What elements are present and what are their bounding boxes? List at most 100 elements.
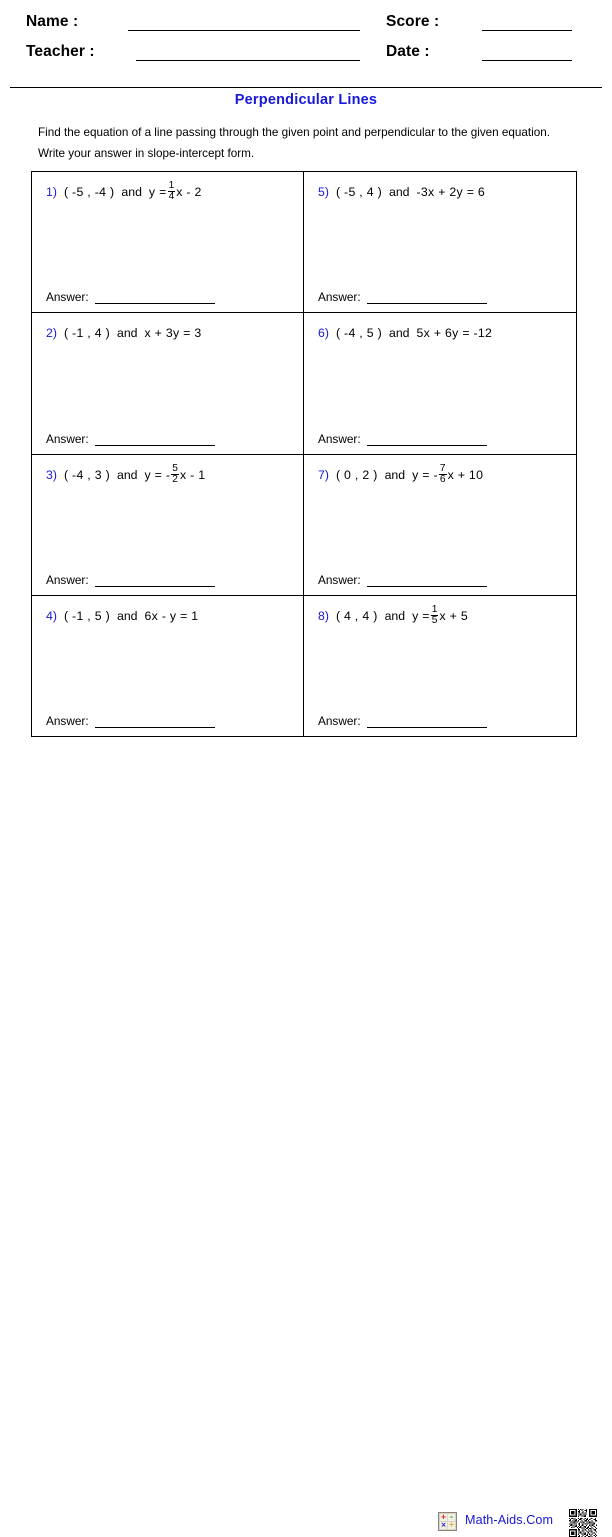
- answer-label: Answer:: [318, 714, 361, 728]
- instructions-line-1: Find the equation of a line passing thro…: [38, 126, 551, 139]
- score-input-line[interactable]: [482, 30, 572, 31]
- answer-input-line[interactable]: [94, 292, 215, 305]
- calculator-minus-key: –: [448, 1513, 455, 1521]
- problem-point: ( -1 , 4 ): [63, 326, 110, 341]
- answer-label: Answer:: [46, 714, 89, 728]
- problem-statement: 5) ( -5 , 4 ) and -3x + 2y = 6: [304, 181, 576, 203]
- problem-number: 4): [46, 608, 57, 623]
- problem-number: 3): [46, 467, 57, 482]
- problem-cell: 6) ( -4 , 5 ) and 5x + 6y = -12 Answer:: [304, 313, 576, 453]
- calculator-divide-key: ÷: [448, 1521, 455, 1529]
- answer-input-line[interactable]: [366, 434, 487, 446]
- header-divider: [10, 87, 602, 88]
- problem-point: ( 4 , 4 ): [335, 608, 378, 623]
- problem-connector: and: [116, 326, 138, 341]
- score-label: Score :: [386, 13, 440, 30]
- answer-area: Answer:: [318, 573, 487, 587]
- answer-label: Answer:: [46, 290, 89, 305]
- problem-number: 8): [318, 608, 329, 623]
- problem-cell: 4) ( -1 , 5 ) and 6x - y = 1 Answer:: [32, 595, 304, 736]
- problem-cell: 1) ( -5 , -4 ) and y = 1 4 x - 2 Answer:: [32, 172, 304, 313]
- answer-label: Answer:: [318, 431, 361, 446]
- answer-input-line[interactable]: [94, 434, 215, 446]
- problem-cell: 3) ( -4 , 3 ) and y = - 5 2 x - 1 Answer…: [32, 454, 304, 595]
- problem-fraction: 5 2: [171, 462, 179, 485]
- teacher-input-line[interactable]: [136, 60, 360, 61]
- problem-equation-suffix: x - 1: [179, 467, 206, 482]
- problem-equation-suffix: x + 5: [439, 608, 468, 623]
- problem-row: 3) ( -4 , 3 ) and y = - 5 2 x - 1 Answer…: [32, 454, 576, 596]
- qr-code-icon: [569, 1509, 597, 1537]
- answer-input-line[interactable]: [94, 575, 215, 587]
- problem-equation-prefix: y =: [148, 185, 167, 199]
- calculator-plus-key: +: [440, 1513, 447, 1521]
- problem-number: 7): [318, 467, 329, 482]
- problem-statement: 3) ( -4 , 3 ) and y = - 5 2 x - 1: [32, 462, 303, 486]
- problem-equation-prefix: x + 3y = 3: [144, 326, 202, 341]
- problem-fraction: 1 5: [430, 604, 439, 626]
- problem-fraction: 1 4: [167, 180, 176, 202]
- problem-row: 4) ( -1 , 5 ) and 6x - y = 1 Answer: 8) …: [32, 595, 576, 736]
- problem-statement: 2) ( -1 , 4 ) and x + 3y = 3: [32, 322, 303, 344]
- problem-connector: and: [116, 467, 138, 482]
- problem-equation-prefix: y = -: [412, 467, 438, 482]
- answer-area: Answer:: [46, 290, 215, 305]
- fraction-denominator: 6: [438, 473, 447, 485]
- problem-connector: and: [121, 185, 142, 199]
- calculator-times-key: ×: [440, 1521, 447, 1529]
- problem-row: 1) ( -5 , -4 ) and y = 1 4 x - 2 Answer:…: [32, 172, 576, 314]
- problem-connector: and: [116, 608, 138, 623]
- problem-statement: 6) ( -4 , 5 ) and 5x + 6y = -12: [304, 322, 576, 344]
- problem-point: ( -4 , 3 ): [63, 467, 110, 482]
- answer-area: Answer:: [318, 432, 487, 446]
- answer-area: Answer:: [46, 573, 215, 587]
- answer-label: Answer:: [46, 572, 89, 587]
- fraction-denominator: 5: [430, 614, 439, 626]
- name-input-line[interactable]: [128, 30, 360, 31]
- problem-connector: and: [384, 467, 406, 482]
- problem-connector: and: [388, 185, 410, 199]
- problem-number: 5): [318, 185, 329, 199]
- teacher-label: Teacher :: [26, 43, 95, 60]
- worksheet-footer: + – × ÷ Math-Aids.Com: [0, 752, 612, 1537]
- worksheet-header: Name : Score : Teacher : Date :: [0, 0, 612, 80]
- date-input-line[interactable]: [482, 60, 572, 61]
- answer-input-line[interactable]: [94, 716, 215, 728]
- problem-equation-suffix: x - 2: [176, 185, 202, 199]
- problem-equation-prefix: -3x + 2y = 6: [416, 185, 486, 199]
- problem-cell: 2) ( -1 , 4 ) and x + 3y = 3 Answer:: [32, 313, 304, 454]
- header-row-name-score: Name : Score :: [0, 8, 612, 36]
- fraction-numerator: 5: [172, 462, 178, 474]
- problem-equation-prefix: 5x + 6y = -12: [416, 326, 493, 341]
- name-label: Name :: [26, 13, 79, 30]
- brand-link[interactable]: Math-Aids.Com: [465, 1513, 553, 1527]
- problem-number: 6): [318, 326, 329, 341]
- problem-number: 2): [46, 326, 57, 341]
- answer-input-line[interactable]: [366, 716, 487, 728]
- problem-grid: 1) ( -5 , -4 ) and y = 1 4 x - 2 Answer:…: [31, 171, 577, 737]
- problem-connector: and: [388, 326, 410, 341]
- page-title: Perpendicular Lines: [234, 92, 378, 108]
- problem-point: ( -5 , 4 ): [335, 185, 382, 199]
- problem-cell: 8) ( 4 , 4 ) and y = 1 5 x + 5 Answer:: [304, 596, 576, 736]
- problem-point: ( -1 , 5 ): [63, 608, 110, 623]
- answer-label: Answer:: [318, 290, 361, 305]
- answer-input-line[interactable]: [366, 292, 487, 305]
- answer-label: Answer:: [318, 572, 361, 587]
- problem-statement: 1) ( -5 , -4 ) and y = 1 4 x - 2: [32, 180, 303, 203]
- fraction-denominator: 4: [167, 191, 176, 202]
- answer-area: Answer:: [318, 290, 487, 305]
- header-row-teacher-date: Teacher : Date :: [0, 38, 612, 66]
- problem-connector: and: [384, 608, 406, 623]
- answer-input-line[interactable]: [366, 575, 487, 587]
- problem-equation-prefix: 6x - y = 1: [144, 608, 199, 623]
- instructions-line-2: Write your answer in slope-intercept for…: [38, 147, 255, 160]
- answer-area: Answer:: [318, 714, 487, 728]
- problem-fraction: 7 6: [438, 463, 447, 485]
- fraction-denominator: 2: [171, 473, 179, 485]
- problem-statement: 4) ( -1 , 5 ) and 6x - y = 1: [32, 605, 303, 627]
- instructions: Find the equation of a line passing thro…: [38, 122, 583, 164]
- problem-statement: 8) ( 4 , 4 ) and y = 1 5 x + 5: [304, 604, 576, 627]
- problem-equation-prefix: y =: [412, 608, 430, 623]
- answer-area: Answer:: [46, 714, 215, 728]
